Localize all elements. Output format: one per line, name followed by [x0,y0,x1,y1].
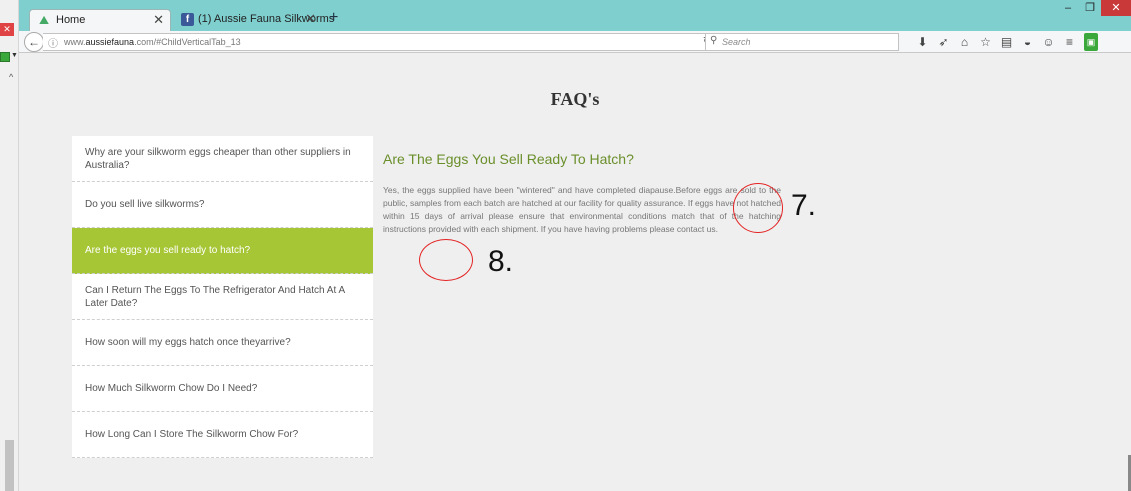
scrollbar-thumb[interactable] [5,440,14,491]
page-title: FAQ's [550,89,600,109]
scroll-up-icon[interactable]: ^ [9,72,13,82]
faq-question-1[interactable]: Why are your silkworm eggs cheaper than … [72,136,373,182]
tab-bar: ⛰ Home ✕ f (1) Aussie Fauna Silkworms ✕ … [19,0,1131,31]
download-icon[interactable]: ⬇ [912,33,933,51]
restore-button[interactable]: ❐ [1079,0,1101,16]
answer-body: Yes, the eggs supplied have been "winter… [383,185,781,234]
close-window-button[interactable]: ✕ [1101,0,1131,16]
back-button[interactable]: ← [24,32,44,52]
dropdown-arrow-icon[interactable]: ▼ [11,52,18,59]
toolbar-icons: ⬇ ➶ ⌂ ☆ ▤ ◒ ☺ ≡ ▣ [912,33,1098,51]
faq-question-4[interactable]: Can I Return The Eggs To The Refrigerato… [72,274,373,320]
tab-home[interactable]: ⛰ Home ✕ [29,9,171,31]
tab-aussie-fauna[interactable]: f (1) Aussie Fauna Silkworms ✕ [172,9,334,31]
annotation-circle-8 [419,239,473,281]
extension-icon[interactable]: ☺ [1038,33,1059,51]
answer-title: Are The Eggs You Sell Ready To Hatch? [383,151,634,167]
bookmark-star-icon[interactable]: ☆ [975,33,996,51]
reading-list-icon[interactable]: ▤ [996,33,1017,51]
search-placeholder: Search [722,37,751,47]
annotation-circle-7 [733,183,783,233]
close-tab-icon[interactable]: ✕ [305,11,316,27]
search-input[interactable]: ⚲ Search [705,33,899,51]
tab-label: Home [56,14,86,26]
home-icon: ⛰ [39,13,50,27]
faq-question-list: Why are your silkworm eggs cheaper than … [72,136,373,458]
annotation-number-8: 8. [488,245,514,278]
address-bar[interactable]: ⓘ www.aussiefauna.com/#ChildVerticalTab_… [43,33,717,51]
new-tab-button[interactable]: + [329,9,338,27]
window-controls: – ❐ ✕ [1057,0,1131,16]
faq-question-2[interactable]: Do you sell live silkworms? [72,182,373,228]
search-icon: ⚲ [710,35,718,46]
minimize-button[interactable]: – [1057,0,1079,16]
menu-icon[interactable]: ≡ [1059,33,1080,51]
pocket-icon[interactable]: ◒ [1017,33,1038,51]
send-icon[interactable]: ➶ [933,33,954,51]
faq-question-3[interactable]: Are the eggs you sell ready to hatch? [72,228,373,274]
navigation-bar: ← ⓘ www.aussiefauna.com/#ChildVerticalTa… [19,31,1131,53]
url-text: www.aussiefauna.com/#ChildVerticalTab_13 [64,37,241,47]
faq-question-5[interactable]: How soon will my eggs hatch once theyarr… [72,320,373,366]
screen: ✕ ▼ ^ ⛰ Home ✕ f (1) Aussie Fauna Silkwo… [0,0,1131,491]
close-icon[interactable]: ✕ [0,23,14,36]
annotation-number-7: 7. [791,189,817,222]
faq-question-6[interactable]: How Much Silkworm Chow Do I Need? [72,366,373,412]
facebook-icon: f [181,13,194,26]
page-content: FAQ's Why are your silkworm eggs cheaper… [19,54,1131,491]
left-window-edge: ✕ ▼ ^ [0,0,19,491]
home-button-icon[interactable]: ⌂ [954,33,975,51]
app-icon[interactable] [0,52,10,62]
faq-question-7[interactable]: How Long Can I Store The Silkworm Chow F… [72,412,373,458]
addon-icon[interactable]: ▣ [1084,33,1098,51]
info-icon[interactable]: ⓘ [48,35,58,50]
close-tab-icon[interactable]: ✕ [153,12,164,28]
